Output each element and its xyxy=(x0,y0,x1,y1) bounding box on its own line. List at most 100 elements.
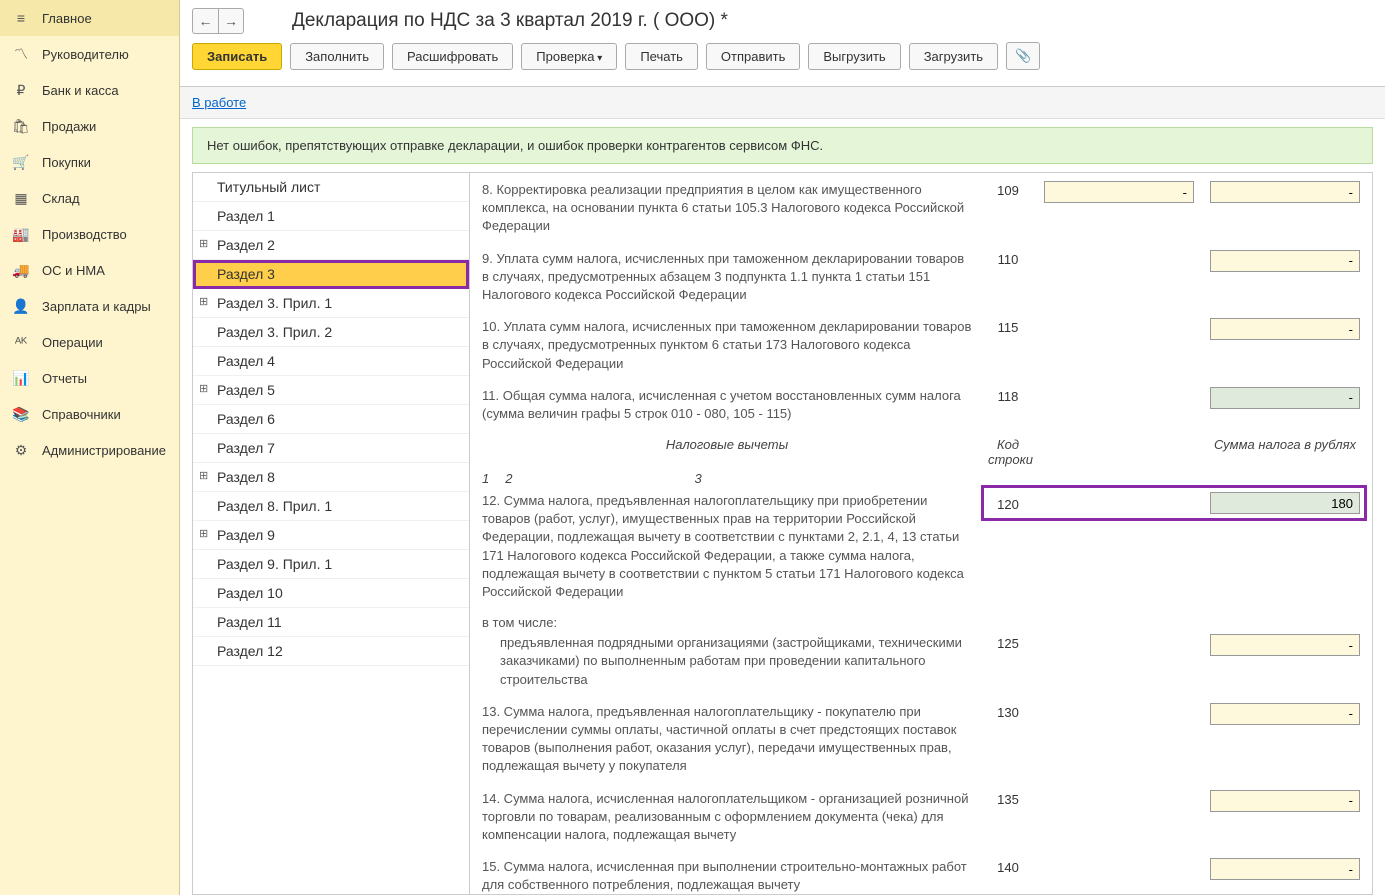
header-sum: Сумма налога в рублях xyxy=(1210,437,1360,467)
main: ← → Декларация по НДС за 3 квартал 2019 … xyxy=(180,0,1385,895)
highlighted-field: 120 xyxy=(984,488,1364,518)
deduction-input[interactable] xyxy=(1210,703,1360,725)
sub-center: 1 xyxy=(482,471,489,486)
sidebar-item-production[interactable]: 🏭 Производство xyxy=(0,216,179,252)
deduction-input[interactable] xyxy=(1210,634,1360,656)
sidebar-item-sales[interactable]: 🛍 Продажи xyxy=(0,108,179,144)
sidebar-item-main[interactable]: ≡ Главное xyxy=(0,0,179,36)
tree-item[interactable]: Титульный лист xyxy=(193,173,469,202)
row-label: предъявленная подрядными организациями (… xyxy=(482,634,972,689)
tree-item[interactable]: Раздел 8. Прил. 1 xyxy=(193,492,469,521)
bag-icon: 🛍 xyxy=(12,117,30,135)
tax-total-input[interactable] xyxy=(1210,387,1360,409)
download-button[interactable]: Загрузить xyxy=(909,43,998,70)
menu-icon: ≡ xyxy=(12,9,30,27)
header-center: Налоговые вычеты xyxy=(482,437,972,467)
fill-button[interactable]: Заполнить xyxy=(290,43,384,70)
print-button[interactable]: Печать xyxy=(625,43,698,70)
row-label: 10. Уплата сумм налога, исчисленных при … xyxy=(482,318,972,373)
upload-button[interactable]: Выгрузить xyxy=(808,43,900,70)
tree-item[interactable]: Раздел 4 xyxy=(193,347,469,376)
section-subheader: 1 2 3 xyxy=(482,471,1360,486)
send-button[interactable]: Отправить xyxy=(706,43,800,70)
tax-amount-input[interactable] xyxy=(1210,318,1360,340)
save-button[interactable]: Записать xyxy=(192,43,282,70)
form-row: 14. Сумма налога, исчисленная налогоплат… xyxy=(482,790,1360,845)
tree-item[interactable]: Раздел 3. Прил. 1 xyxy=(193,289,469,318)
tree-item[interactable]: Раздел 1 xyxy=(193,202,469,231)
sidebar-label: Руководителю xyxy=(42,47,129,62)
tree-item[interactable]: Раздел 7 xyxy=(193,434,469,463)
notice: Нет ошибок, препятствующих отправке декл… xyxy=(192,127,1373,164)
deduction-input[interactable] xyxy=(1210,790,1360,812)
tree-item[interactable]: Раздел 11 xyxy=(193,608,469,637)
sidebar-label: Банк и касса xyxy=(42,83,119,98)
sub-code: 2 xyxy=(505,471,512,486)
row-code: 130 xyxy=(988,703,1028,720)
row-label: 12. Сумма налога, предъявленная налогопл… xyxy=(482,492,972,601)
sidebar-label: ОС и НМА xyxy=(42,263,105,278)
sidebar-label: Отчеты xyxy=(42,371,87,386)
section-tree: Титульный лист Раздел 1 Раздел 2 Раздел … xyxy=(192,172,470,895)
tree-item[interactable]: Раздел 10 xyxy=(193,579,469,608)
tax-amount-input[interactable] xyxy=(1210,181,1360,203)
deduction-input[interactable] xyxy=(1210,492,1360,514)
check-button[interactable]: Проверка xyxy=(521,43,617,70)
sub-sum: 3 xyxy=(694,471,701,486)
form-row-120: 12. Сумма налога, предъявленная налогопл… xyxy=(482,492,1360,601)
row-code: 120 xyxy=(988,495,1028,512)
including-label: в том числе: xyxy=(482,615,1360,630)
row-code: 135 xyxy=(988,790,1028,807)
row-label: 11. Общая сумма налога, исчисленная с уч… xyxy=(482,387,972,423)
sidebar-item-operations[interactable]: ᴬᴷ Операции xyxy=(0,324,179,360)
form-row: предъявленная подрядными организациями (… xyxy=(482,634,1360,689)
tree-item[interactable]: Раздел 5 xyxy=(193,376,469,405)
row-label: 9. Уплата сумм налога, исчисленных при т… xyxy=(482,250,972,305)
row-label: 14. Сумма налога, исчисленная налогоплат… xyxy=(482,790,972,845)
attach-button[interactable]: 📎 xyxy=(1006,42,1040,70)
tree-item-selected[interactable]: Раздел 3 xyxy=(193,260,469,289)
tree-item[interactable]: Раздел 6 xyxy=(193,405,469,434)
decrypt-button[interactable]: Расшифровать xyxy=(392,43,513,70)
status-link[interactable]: В работе xyxy=(180,87,1385,119)
ops-icon: ᴬᴷ xyxy=(12,333,30,351)
person-icon: 👤 xyxy=(12,297,30,315)
sidebar-item-warehouse[interactable]: ▦ Склад xyxy=(0,180,179,216)
sidebar-label: Продажи xyxy=(42,119,96,134)
tree-item[interactable]: Раздел 9 xyxy=(193,521,469,550)
factory-icon: 🏭 xyxy=(12,225,30,243)
row-label: 15. Сумма налога, исчисленная при выполн… xyxy=(482,858,972,894)
nav-back-button[interactable]: ← xyxy=(192,8,218,34)
sidebar-label: Главное xyxy=(42,11,92,26)
sidebar-item-assets[interactable]: 🚚 ОС и НМА xyxy=(0,252,179,288)
sidebar-label: Справочники xyxy=(42,407,121,422)
tree-item[interactable]: Раздел 3. Прил. 2 xyxy=(193,318,469,347)
tree-item[interactable]: Раздел 9. Прил. 1 xyxy=(193,550,469,579)
sidebar-label: Покупки xyxy=(42,155,91,170)
sidebar: ≡ Главное 〽 Руководителю ₽ Банк и касса … xyxy=(0,0,180,895)
sidebar-item-references[interactable]: 📚 Справочники xyxy=(0,396,179,432)
tree-item[interactable]: Раздел 2 xyxy=(193,231,469,260)
sidebar-item-purchases[interactable]: 🛒 Покупки xyxy=(0,144,179,180)
form-row: 13. Сумма налога, предъявленная налогопл… xyxy=(482,703,1360,776)
tax-amount-input[interactable] xyxy=(1210,250,1360,272)
sidebar-item-salary[interactable]: 👤 Зарплата и кадры xyxy=(0,288,179,324)
deduction-input[interactable] xyxy=(1210,858,1360,880)
truck-icon: 🚚 xyxy=(12,261,30,279)
tree-item[interactable]: Раздел 8 xyxy=(193,463,469,492)
nav-forward-button[interactable]: → xyxy=(218,8,244,34)
page-title: Декларация по НДС за 3 квартал 2019 г. (… xyxy=(292,10,728,32)
sidebar-item-admin[interactable]: ⚙ Администрирование xyxy=(0,432,179,468)
sidebar-item-manager[interactable]: 〽 Руководителю xyxy=(0,36,179,72)
sidebar-item-reports[interactable]: 📊 Отчеты xyxy=(0,360,179,396)
row-code: 115 xyxy=(988,318,1028,335)
row-code: 109 xyxy=(988,181,1028,198)
tax-base-input[interactable] xyxy=(1044,181,1194,203)
grid-icon: ▦ xyxy=(12,189,30,207)
row-label: 8. Корректировка реализации предприятия … xyxy=(482,181,972,236)
sidebar-item-bank[interactable]: ₽ Банк и касса xyxy=(0,72,179,108)
row-label: 13. Сумма налога, предъявленная налогопл… xyxy=(482,703,972,776)
form-row: 11. Общая сумма налога, исчисленная с уч… xyxy=(482,387,1360,423)
tree-item[interactable]: Раздел 12 xyxy=(193,637,469,666)
header: ← → Декларация по НДС за 3 квартал 2019 … xyxy=(180,0,1385,87)
